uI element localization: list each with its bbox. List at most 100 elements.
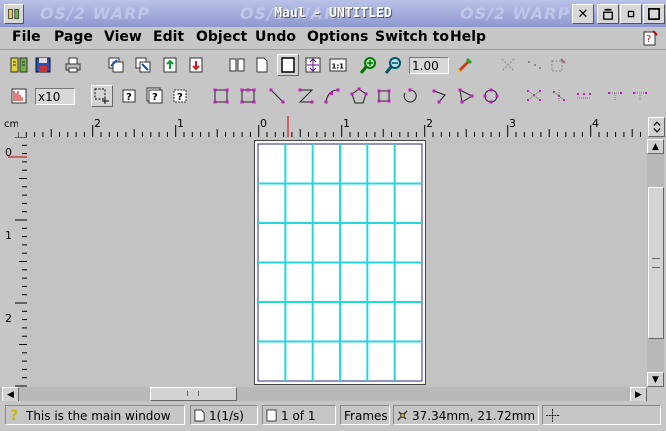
menu-page[interactable]: Page bbox=[54, 29, 93, 45]
ruler-collapse-icon[interactable] bbox=[648, 117, 665, 137]
pentagon-tool-icon[interactable] bbox=[349, 86, 369, 106]
snap-icon[interactable] bbox=[630, 86, 650, 106]
status-page-count: 1 of 1 bbox=[262, 405, 336, 425]
drawing-canvas[interactable] bbox=[27, 137, 647, 387]
help-icon: ? bbox=[10, 408, 19, 424]
print-icon[interactable] bbox=[63, 55, 83, 75]
horizontal-ruler-ticks: 2 1 0 1 2 3 4 bbox=[17, 116, 641, 137]
svg-text:?: ? bbox=[646, 34, 651, 45]
rotate-tool-icon[interactable] bbox=[400, 86, 420, 106]
status-crosshair bbox=[542, 405, 661, 425]
align-center-icon[interactable] bbox=[549, 86, 569, 106]
status-mode: Frames bbox=[340, 405, 390, 425]
save-icon[interactable] bbox=[33, 55, 53, 75]
scroll-left-icon[interactable]: ◀ bbox=[2, 387, 19, 402]
object-toolbar: x10 ? ? ? bbox=[0, 83, 666, 112]
restore-icon[interactable] bbox=[597, 4, 619, 24]
scroll-down-icon[interactable]: ▼ bbox=[647, 372, 664, 387]
status-page-info: 1(1/s) bbox=[190, 405, 258, 425]
horizontal-scrollbar[interactable]: ◀ ▶ bbox=[0, 387, 647, 402]
page-icon[interactable] bbox=[252, 55, 272, 75]
move-forward-icon[interactable] bbox=[160, 55, 180, 75]
arc-tool-icon[interactable] bbox=[322, 86, 342, 106]
status-coordinates: 37.34mm, 21.72mm bbox=[393, 405, 539, 425]
vertical-ruler-ticks: 0 1 2 bbox=[5, 136, 27, 387]
polyline-tool-icon[interactable] bbox=[430, 86, 450, 106]
ruler-label: 0 bbox=[260, 117, 267, 130]
status-bar: ? This is the main window 1(1/s) 1 of 1 … bbox=[0, 401, 666, 431]
ruler-label: 2 bbox=[94, 117, 101, 130]
page-grid bbox=[257, 143, 423, 382]
horizontal-scroll-thumb[interactable] bbox=[150, 387, 237, 401]
grid-icon[interactable] bbox=[9, 86, 29, 106]
help-text-icon[interactable]: ? bbox=[170, 86, 190, 106]
crosshair-icon bbox=[545, 408, 560, 423]
menu-object[interactable]: Object bbox=[196, 29, 247, 45]
menu-edit[interactable]: Edit bbox=[153, 29, 184, 45]
window-title: Maul - UNTITLED bbox=[274, 6, 392, 21]
horizontal-ruler[interactable]: 2 1 0 1 2 3 4 bbox=[17, 116, 646, 138]
two-pages-icon[interactable] bbox=[227, 55, 247, 75]
zoom-out-icon[interactable] bbox=[384, 55, 404, 75]
ruler-label: 1 bbox=[5, 229, 12, 242]
minimize-icon[interactable] bbox=[620, 4, 642, 24]
fit-window-icon[interactable] bbox=[303, 55, 323, 75]
ruler-label: 4 bbox=[592, 117, 599, 130]
full-page-icon[interactable] bbox=[277, 54, 299, 76]
scroll-up-icon[interactable]: ▲ bbox=[647, 139, 664, 154]
close-icon[interactable]: ✕ bbox=[572, 4, 594, 24]
align-left-icon[interactable] bbox=[524, 86, 544, 106]
menu-help[interactable]: Help bbox=[450, 29, 486, 45]
scroll-corner bbox=[647, 387, 666, 401]
rectangle-tool-icon[interactable] bbox=[211, 86, 231, 106]
square-tool-icon[interactable] bbox=[238, 86, 258, 106]
move-to-front-icon[interactable] bbox=[106, 55, 126, 75]
ellipse-tool-icon[interactable] bbox=[481, 86, 501, 106]
move-backward-icon[interactable] bbox=[186, 55, 206, 75]
help-frame-icon[interactable]: ? bbox=[119, 86, 139, 106]
align-right-icon[interactable] bbox=[574, 86, 594, 106]
scroll-right-icon[interactable]: ▶ bbox=[630, 387, 647, 402]
menu-options[interactable]: Options bbox=[307, 29, 368, 45]
vertical-ruler[interactable]: 0 1 2 bbox=[0, 136, 28, 387]
context-help-icon[interactable]: ? bbox=[640, 28, 660, 48]
main-toolbar: 1:1 1.00 bbox=[0, 51, 666, 80]
vertical-scrollbar[interactable]: ▲ ▼ bbox=[647, 137, 664, 387]
color-dropper-icon[interactable] bbox=[455, 55, 475, 75]
page-icon bbox=[194, 409, 205, 422]
document-page[interactable] bbox=[254, 140, 426, 385]
dots-icon[interactable] bbox=[524, 55, 544, 75]
status-message: ? This is the main window bbox=[5, 405, 185, 425]
ruler-label: 1 bbox=[343, 117, 350, 130]
menu-switch-to[interactable]: Switch to bbox=[375, 29, 449, 45]
actual-size-icon[interactable]: 1:1 bbox=[328, 55, 348, 75]
ruler-label: 2 bbox=[426, 117, 433, 130]
handles-icon[interactable] bbox=[498, 55, 518, 75]
ruler-label: 2 bbox=[5, 312, 12, 325]
frame-icon bbox=[266, 409, 277, 422]
zoom-field[interactable]: 1.00 bbox=[409, 57, 449, 74]
zoom-in-icon[interactable] bbox=[359, 55, 379, 75]
line-tool-icon[interactable] bbox=[267, 86, 287, 106]
select-tool-icon[interactable] bbox=[91, 85, 113, 107]
menu-file[interactable]: File bbox=[12, 29, 41, 45]
move-to-back-icon[interactable] bbox=[133, 55, 153, 75]
curve-tool-icon[interactable] bbox=[296, 86, 316, 106]
menu-bar: File Page View Edit Object Undo Options … bbox=[0, 27, 666, 50]
ruler-label: 0 bbox=[5, 146, 12, 159]
vertical-scroll-thumb[interactable] bbox=[648, 187, 664, 339]
distribute-icon[interactable] bbox=[605, 86, 625, 106]
menu-view[interactable]: View bbox=[104, 29, 142, 45]
measure-icon bbox=[397, 410, 408, 421]
triangle-tool-icon[interactable] bbox=[456, 86, 476, 106]
ruler-label: 1 bbox=[177, 117, 184, 130]
help-object-icon[interactable]: ? bbox=[144, 85, 164, 105]
open-book-icon[interactable] bbox=[9, 55, 29, 75]
svg-text:?: ? bbox=[126, 92, 132, 103]
menu-undo[interactable]: Undo bbox=[255, 29, 296, 45]
svg-text:?: ? bbox=[152, 92, 158, 103]
grid-size-field[interactable]: x10 bbox=[35, 88, 75, 105]
frame-tool-icon[interactable] bbox=[374, 86, 394, 106]
resize-handle-icon[interactable] bbox=[548, 55, 568, 75]
maximize-icon[interactable] bbox=[643, 4, 665, 24]
